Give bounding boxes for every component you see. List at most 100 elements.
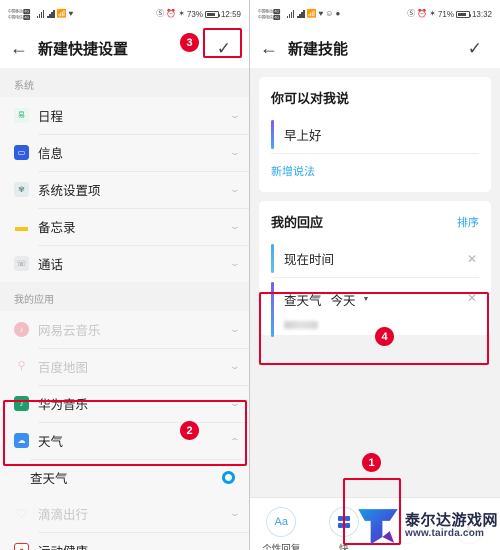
list-item-call[interactable]: ☏ 通话 ⌄ [0,245,249,282]
annotation-badge-2: 2 [180,421,199,440]
memo-icon: ▬ [15,219,28,234]
watermark-site-name: 泰尔达游戏网 [404,511,498,529]
phrase-entry[interactable]: 早上好 [271,116,479,154]
response-item-current-time[interactable]: 现在时间 ✕ [271,240,479,278]
list-item-system-settings[interactable]: ✾ 系统设置项 ⌄ [0,171,249,208]
site-watermark: 泰尔达游戏网 www.tairda.com [356,506,498,546]
confirm-check-button[interactable]: ✓ [460,38,490,59]
signal-bars-icon-1 [36,10,45,18]
list-item-message[interactable]: ▭ 信息 ⌄ [0,134,249,171]
card-title: 你可以对我说 [271,91,350,106]
weather-response-item[interactable]: 查天气 今天 ▼ ✕ [271,278,479,337]
battery-icon [455,10,472,18]
list-item-label: 百度地图 [38,361,89,375]
card-you-can-say: 你可以对我说 早上好 新增说法 [259,77,491,192]
confirm-check-button[interactable]: ✓ [209,38,239,59]
page-title: 新建快捷设置 [38,40,129,58]
list-item-netease-music[interactable]: ♪ 网易云音乐 ⌄ [0,311,249,348]
tab-personal-reply[interactable]: Aa 个性回复 [251,506,311,550]
back-button[interactable]: ← [260,39,278,57]
signal-bars-icon-1 [286,10,295,18]
list-item-label: 滴滴出行 [38,508,89,522]
carrier-name-1: 中国移动 [8,8,23,13]
list-item-label: 信息 [38,147,64,161]
radio-selected-icon[interactable] [222,470,235,484]
list-item-calendar[interactable]: 易 日程 ⌄ [0,97,249,134]
list-item-label: 备忘录 [38,221,76,235]
wifi-icon: 📶 [56,9,67,18]
battery-percent-label: 73% [186,9,203,19]
signal-bars-icon-2 [297,10,305,18]
network-tag-1: 4G [23,8,30,14]
skill-editor-body: 你可以对我说 早上好 新增说法 我的回应 排序 现在时间 ✕ 查天气 今天 ▼ … [250,77,500,550]
response-text: 现在时间 [284,253,335,267]
response-dropdown-value[interactable]: 今天 [331,290,356,309]
accent-bar [271,282,274,337]
call-icon: ☏ [14,256,29,271]
list-item-didi[interactable]: ♡ 滴滴出行 ⌄ [0,495,249,532]
huawei-music-icon: ♪ [14,396,29,411]
accent-bar [271,120,274,149]
chevron-down-icon: ⌄ [229,258,241,268]
didi-icon: ♡ [16,506,27,521]
status-left-group: 中国移动 4G 中国电信 4G 📶 ♥ [8,8,73,21]
response-text: 查天气 [284,294,322,308]
settings-list[interactable]: 系统 易 日程 ⌄ ▭ 信息 ⌄ ✾ 系统设置项 ⌄ ▬ 备忘录 ⌄ ☏ 通话 … [0,68,249,550]
add-phrase-link[interactable]: 新增说法 [271,163,315,179]
card-header: 你可以对我说 [271,88,479,107]
network-tag-2: 4G [23,14,30,20]
list-item-huawei-music[interactable]: ♪ 华为音乐 ⌄ [0,385,249,422]
card-header: 我的回应 排序 [271,212,479,231]
close-icon[interactable]: ✕ [467,291,477,305]
annotation-badge-3: 3 [180,33,199,52]
left-app-bar: ← 新建快捷设置 ✓ [0,28,249,68]
bluetooth-icon: ✶ [429,9,436,18]
back-button[interactable]: ← [10,39,28,57]
settings-gear-icon: ✾ [14,182,29,197]
list-item-baidu-map[interactable]: ⚲ 百度地图 ⌄ [0,348,249,385]
calendar-icon: 易 [14,108,29,123]
chevron-down-icon: ⌄ [229,545,241,550]
weather-app-row[interactable]: ☁ 天气 ⌄ [0,422,249,459]
card-my-response: 我的回应 排序 现在时间 ✕ 查天气 今天 ▼ ✕ [259,201,491,337]
list-item-health[interactable]: ♥ 运动健康 ⌄ [0,532,249,550]
watermark-text: 泰尔达游戏网 www.tairda.com [405,513,498,539]
tab-label: 个性回复 [262,543,301,550]
carrier-name-2: 中国电信 [258,14,273,19]
status-left-group: 中国移动 4G 中国电信 4G 📶 ♥ ☺ ● [258,8,340,21]
person-icon: ☺ [325,9,334,18]
bluetooth-icon: ✶ [178,9,185,18]
carrier-info: 中国移动 4G 中国电信 4G [8,8,30,20]
baidu-map-icon: ⚲ [17,360,26,372]
network-tag-2: 4G [273,14,280,20]
phrase-text: 早上好 [284,129,322,143]
carrier-info: 中国移动 4G 中国电信 4G [258,8,280,20]
signal-bars-icon-2 [47,10,55,18]
chevron-down-icon: ⌄ [229,110,241,120]
close-icon[interactable]: ✕ [467,252,477,266]
grid-apps-icon [328,506,359,537]
list-item-label: 通话 [38,258,64,272]
page-title: 新建技能 [288,40,349,58]
chevron-down-icon: ⌄ [229,398,241,408]
list-item-label: 运动健康 [38,541,222,550]
right-app-bar: ← 新建技能 ✓ [250,28,500,68]
accent-bar [271,244,274,273]
chevron-up-icon: ⌄ [229,436,241,446]
list-item-label: 系统设置项 [38,184,101,198]
list-item-memo[interactable]: ▬ 备忘录 ⌄ [0,208,249,245]
text-aa-icon: Aa [266,506,297,537]
weather-sub-item-check-weather[interactable]: 查天气 [0,459,249,495]
status-right-group: Ⓢ ⏰ ✶ 73% 12:59 [156,10,241,19]
dual-screenshot-container: 中国移动 4G 中国电信 4G 📶 ♥ Ⓢ ⏰ ✶ 73% 12:59 ← 新建… [0,0,500,550]
chevron-down-icon[interactable]: ▼ [363,296,370,303]
heart-icon: ♥ [68,9,74,18]
carrier-name-1: 中国移动 [258,8,273,13]
sort-link[interactable]: 排序 [457,214,479,230]
chevron-down-icon: ⌄ [229,361,241,371]
tairda-logo-icon [358,509,398,545]
alarm-icon: ⏰ [417,9,428,18]
status-right-group: Ⓢ ⏰ ✶ 71% 13:32 [407,10,492,19]
sub-item-label: 查天气 [30,471,68,486]
wifi-icon: 📶 [306,9,317,18]
